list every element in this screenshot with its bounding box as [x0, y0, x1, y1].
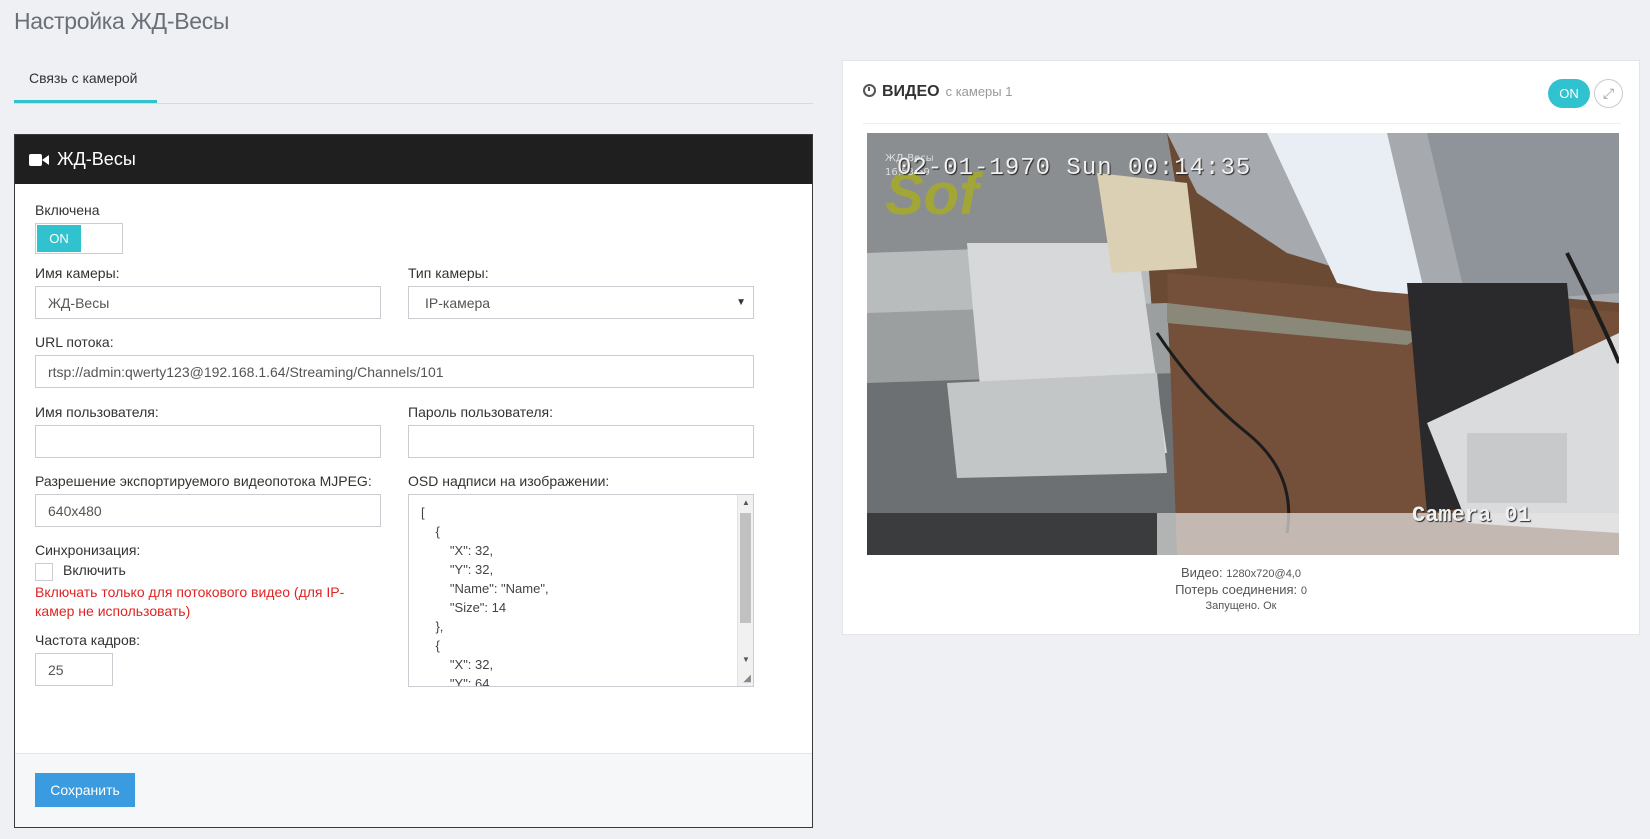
mjpeg-resolution-label: Разрешение экспортируемого видеопотока M… — [35, 473, 372, 489]
username-input[interactable] — [35, 425, 381, 458]
video-subtitle: с камеры 1 — [945, 84, 1013, 99]
framerate-label: Частота кадров: — [35, 632, 141, 648]
expand-icon[interactable]: ⤢ — [1594, 79, 1623, 108]
sync-warning-line2: камер не использовать) — [35, 603, 191, 619]
tab-bar: Связь с камерой — [14, 62, 813, 104]
scrollbar-thumb[interactable] — [740, 513, 751, 623]
toggle-on-state: ON — [37, 225, 81, 252]
osd-camera-label: Camera 01 — [1412, 503, 1531, 528]
video-header: ВИДЕО с камеры 1 — [863, 83, 1012, 101]
username-label: Имя пользователя: — [35, 404, 159, 420]
video-info: Видео: 1280x720@4,0 Потерь соединения: 0… — [843, 565, 1639, 614]
enabled-toggle[interactable]: ON — [35, 223, 123, 254]
sync-label: Синхронизация: — [35, 542, 141, 558]
tab-camera-connection[interactable]: Связь с камерой — [14, 62, 157, 103]
sync-checkbox-label[interactable]: Включить — [63, 562, 126, 578]
mjpeg-resolution-input[interactable]: 640x480 — [35, 494, 381, 527]
osd-textarea-content: [ { "X": 32, "Y": 32, "Name": "Name", "S… — [421, 505, 549, 687]
panel-footer: Сохранить — [15, 753, 812, 827]
save-button[interactable]: Сохранить — [35, 773, 135, 807]
camera-name-label: Имя камеры: — [35, 265, 120, 281]
divider — [863, 123, 1621, 124]
page-title: Настройка ЖД-Весы — [14, 8, 230, 34]
dropdown-arrow-icon: ▼ — [736, 297, 746, 308]
osd-label: OSD надписи на изображении: — [408, 473, 610, 489]
video-frame-image — [867, 133, 1619, 555]
camera-video-feed[interactable]: Sof ЖД-Весы 16:53:59 02-01-1970 Sun 00:1… — [867, 133, 1619, 555]
video-panel: ВИДЕО с камеры 1 ON ⤢ Sof ЖД-Весы 16:53:… — [842, 60, 1640, 635]
enabled-label: Включена — [35, 202, 100, 218]
stream-url-label: URL потока: — [35, 334, 114, 350]
osd-date: 02-01-1970 Sun 00:14:35 — [897, 155, 1252, 182]
video-title: ВИДЕО — [882, 83, 940, 100]
scroll-up-icon[interactable]: ▲ — [742, 498, 750, 507]
camera-type-select[interactable]: IP-камера ▼ — [408, 286, 754, 319]
video-on-toggle[interactable]: ON — [1548, 79, 1590, 108]
clock-icon — [863, 84, 876, 97]
password-label: Пароль пользователя: — [408, 404, 554, 420]
stream-url-input[interactable]: rtsp://admin:qwerty123@192.168.1.64/Stre… — [35, 355, 754, 388]
connection-loss-info: Потерь соединения: 0 — [1175, 582, 1307, 597]
scroll-down-icon[interactable]: ▼ — [742, 655, 750, 664]
camera-type-value: IP-камера — [425, 295, 491, 311]
video-resolution-info: Видео: 1280x720@4,0 — [1180, 565, 1301, 580]
video-camera-icon — [29, 153, 51, 167]
panel-title: ЖД-Весы — [57, 149, 136, 169]
camera-type-label: Тип камеры: — [408, 265, 489, 281]
osd-scrollbar[interactable]: ▲ ▼ — [737, 495, 753, 686]
video-status: Запущено. Ок — [1205, 600, 1277, 612]
panel-header: ЖД-Весы — [15, 135, 812, 184]
sync-checkbox[interactable] — [35, 563, 53, 581]
framerate-input[interactable]: 25 — [35, 653, 113, 686]
password-input[interactable] — [408, 425, 754, 458]
resize-handle-icon[interactable]: ◢ — [743, 673, 751, 684]
camera-settings-panel: ЖД-Весы Включена ON Имя камеры: ЖД-Весы … — [14, 134, 813, 828]
sync-warning-line1: Включать только для потокового видео (дл… — [35, 584, 345, 600]
osd-textarea[interactable]: [ { "X": 32, "Y": 32, "Name": "Name", "S… — [408, 494, 754, 687]
camera-name-input[interactable]: ЖД-Весы — [35, 286, 381, 319]
